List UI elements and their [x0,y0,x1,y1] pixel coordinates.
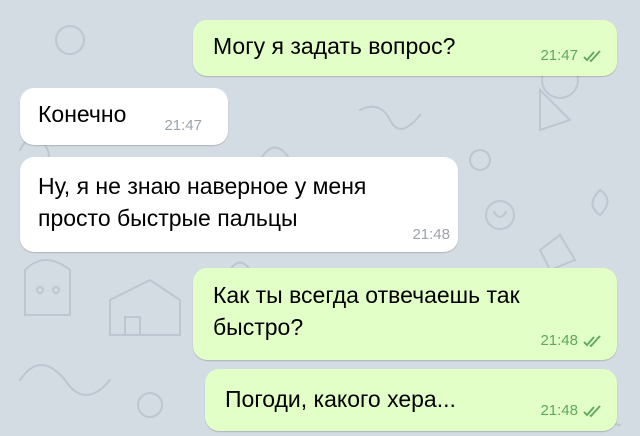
message-text: Конечно [38,101,127,127]
outgoing-message-bubble[interactable]: Как ты всегда отвечаешь так быстро? 21:4… [193,268,617,360]
message-time: 21:47 [164,117,202,134]
double-check-icon [583,50,601,62]
message-time: 21:48 [412,226,450,243]
message-meta: 21:48 [540,333,603,349]
message-time: 21:48 [540,332,578,349]
outgoing-message-bubble[interactable]: Могу я задать вопрос? 21:47 [193,20,617,76]
incoming-message-bubble[interactable]: Ну, я не знаю наверное у меня просто быс… [20,157,458,252]
message-time: 21:47 [540,47,578,64]
message-text: Погоди, какого хера... [225,386,456,412]
message-meta: 21:48 [412,227,450,243]
message-text: Могу я задать вопрос? [213,33,456,59]
message-meta: 21:48 [540,403,603,419]
incoming-message-bubble[interactable]: Конечно 21:47 [20,88,228,145]
double-check-icon [583,335,601,347]
message-meta: 21:47 [164,118,202,134]
outgoing-message-bubble[interactable]: Погоди, какого хера... 21:48 [205,369,617,431]
message-text: Как ты всегда отвечаешь так быстро? [213,282,520,340]
message-meta: 21:47 [540,48,603,64]
message-time: 21:48 [540,402,578,419]
message-text: Ну, я не знаю наверное у меня просто быс… [38,173,367,231]
double-check-icon [583,405,601,417]
